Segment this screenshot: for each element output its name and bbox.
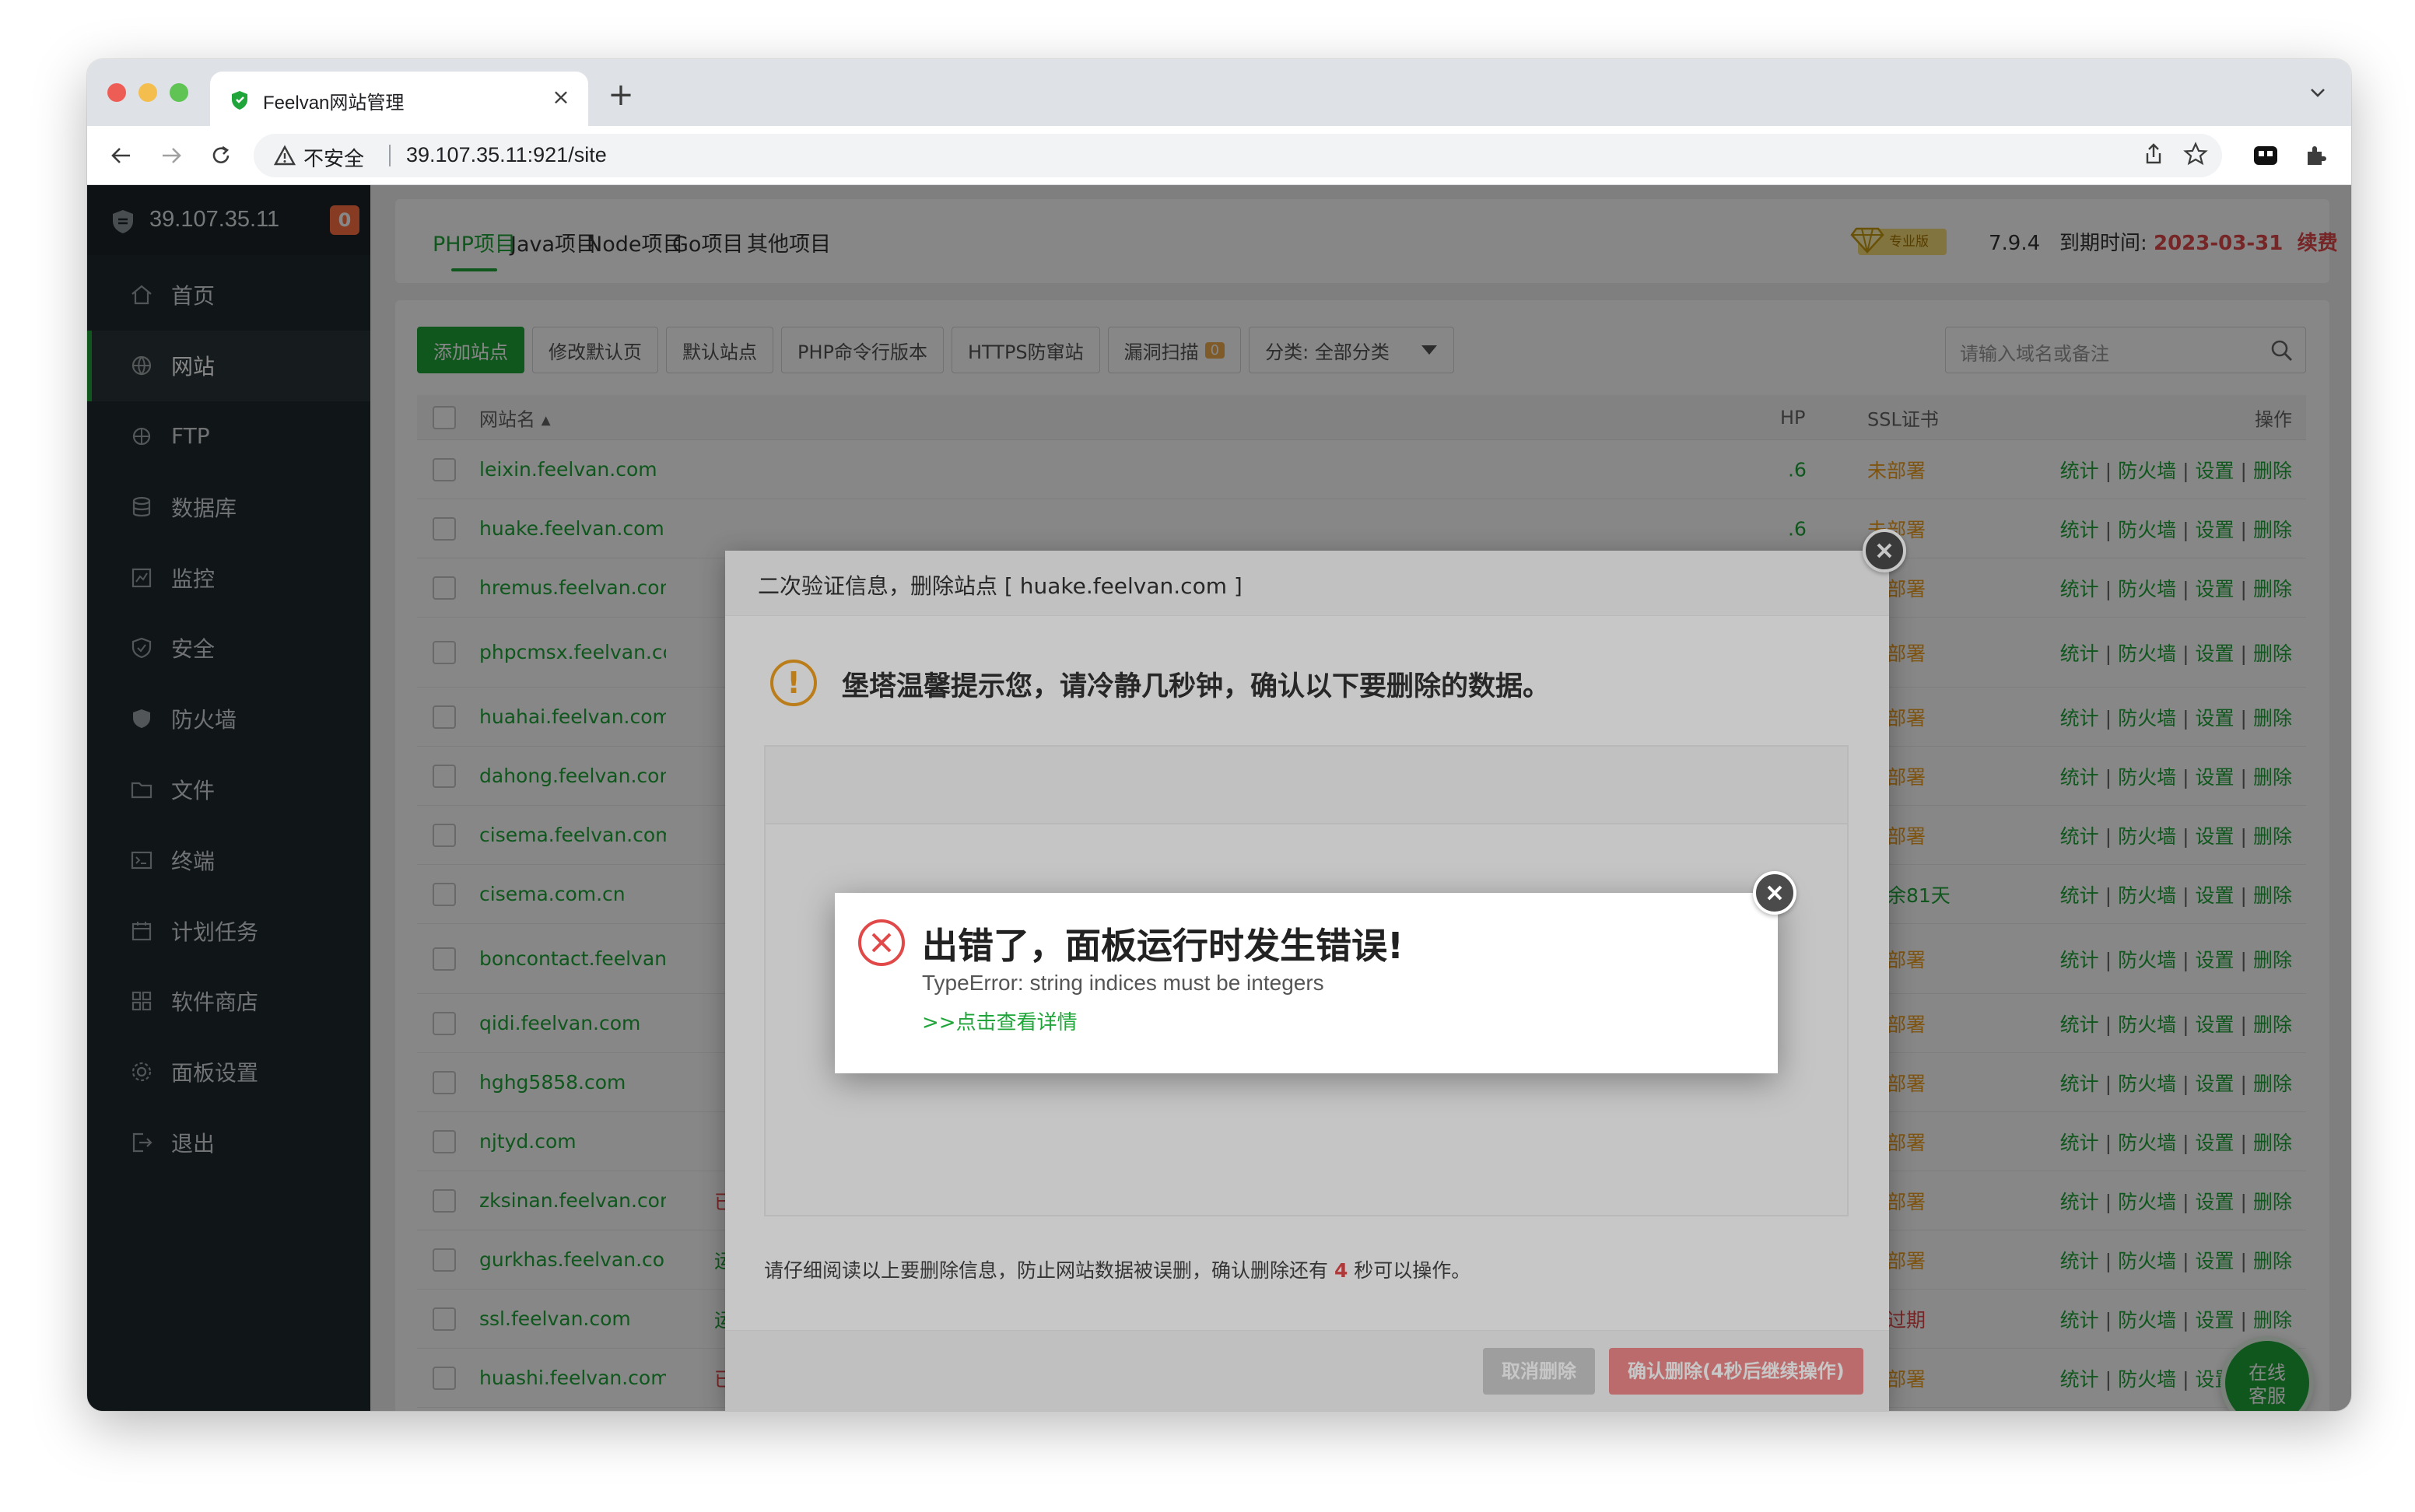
tab-title: Feelvan网站管理 bbox=[263, 93, 405, 114]
error-title: 出错了，面板运行时发生错误! bbox=[922, 925, 1404, 967]
reload-icon[interactable] bbox=[204, 138, 238, 173]
forward-icon[interactable] bbox=[154, 138, 188, 173]
maximize-window-button[interactable] bbox=[170, 83, 188, 102]
minimize-window-button[interactable] bbox=[138, 83, 157, 102]
browser-toolbar: 不安全 39.107.35.11:921/site bbox=[87, 126, 2351, 185]
shield-favicon-icon bbox=[232, 91, 247, 110]
bookmark-star-icon[interactable] bbox=[2183, 142, 2208, 166]
error-x-icon bbox=[858, 919, 905, 966]
error-dialog: 出错了，面板运行时发生错误! TypeError: string indices… bbox=[835, 871, 1796, 1073]
tab-close-icon[interactable]: × bbox=[548, 84, 574, 110]
page: 39.107.35.11 0 首页 网站 FTP 数据库 监控 安全 防火墙 文件 终端 计划任务… bbox=[87, 185, 2351, 1411]
new-tab-button[interactable]: + bbox=[604, 78, 638, 112]
error-message: TypeError: string indices must be intege… bbox=[922, 971, 1324, 995]
chevron-down-icon[interactable] bbox=[2306, 81, 2329, 104]
share-icon[interactable] bbox=[2141, 142, 2166, 166]
browser-window: Feelvan网站管理 × + 不安全 39.107.35.11:921/sit… bbox=[87, 59, 2351, 1411]
tab-strip: Feelvan网站管理 × + bbox=[87, 59, 2351, 126]
extension-icon[interactable] bbox=[2249, 138, 2283, 173]
back-icon[interactable] bbox=[104, 138, 138, 173]
url-text[interactable]: 39.107.35.11:921/site bbox=[406, 143, 607, 167]
puzzle-icon[interactable] bbox=[2298, 138, 2333, 173]
warning-triangle-icon[interactable] bbox=[274, 145, 296, 166]
error-details-link[interactable]: >>点击查看详情 bbox=[922, 1006, 1078, 1035]
close-icon bbox=[1767, 885, 1782, 901]
security-label[interactable]: 不安全 bbox=[303, 143, 364, 172]
browser-tab[interactable]: Feelvan网站管理 × bbox=[210, 72, 588, 126]
error-overlay bbox=[87, 185, 2351, 1411]
side-panel-icon[interactable] bbox=[2348, 138, 2351, 173]
address-separator bbox=[389, 145, 391, 166]
address-bar[interactable]: 不安全 39.107.35.11:921/site bbox=[254, 134, 2222, 177]
error-close-button[interactable] bbox=[1753, 871, 1796, 915]
close-window-button[interactable] bbox=[107, 83, 126, 102]
